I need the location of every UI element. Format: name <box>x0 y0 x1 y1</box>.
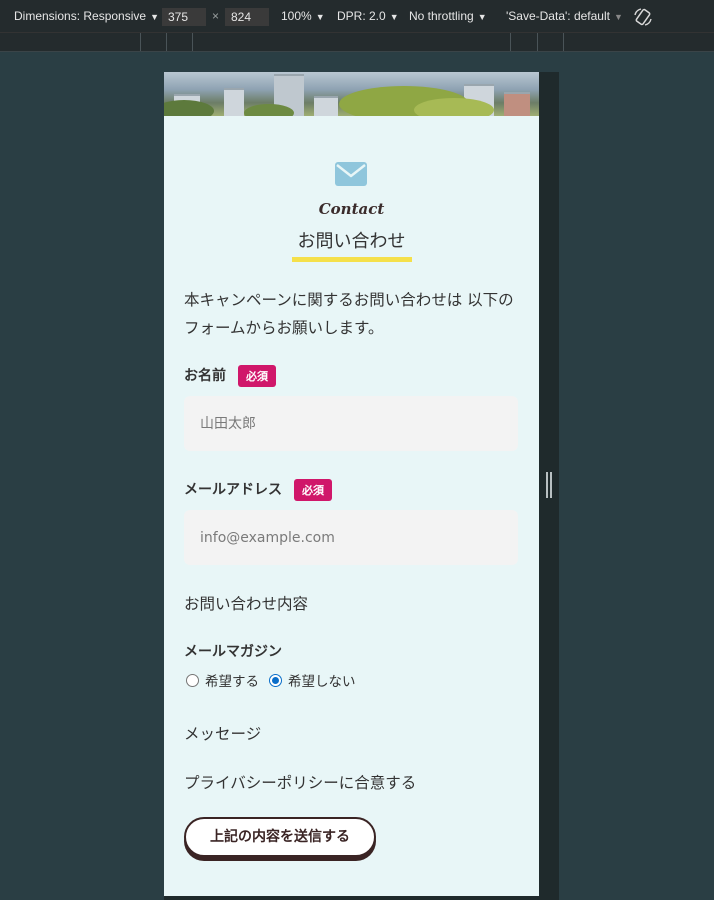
dimensions-dropdown[interactable]: Dimensions: Responsive ▼ <box>14 8 159 25</box>
dpr-label: DPR: 2.0 <box>337 9 386 23</box>
heading-en: Contact <box>318 200 385 218</box>
rotate-icon[interactable] <box>633 7 653 27</box>
page-title: お問い合わせ <box>297 231 406 252</box>
zoom-dropdown[interactable]: 100% ▼ <box>281 8 325 25</box>
intro-text: 本キャンペーンに関するお問い合わせは 以下のフォームからお願いします。 <box>184 291 514 337</box>
height-input[interactable]: 824 <box>225 8 269 26</box>
email-input[interactable] <box>184 510 518 565</box>
radio-newsletter-no[interactable] <box>269 673 282 687</box>
hero-image <box>164 72 539 116</box>
times-sign: × <box>212 9 220 23</box>
caret-down-icon: ▼ <box>613 12 623 22</box>
radio-label-yes[interactable]: 希望する <box>205 670 259 690</box>
throttling-label: No throttling <box>409 9 474 23</box>
save-data-dropdown[interactable]: 'Save-Data': default ▼ <box>506 8 623 25</box>
name-label: お名前 <box>184 368 226 384</box>
caret-down-icon: ▼ <box>315 12 325 22</box>
dpr-dropdown[interactable]: DPR: 2.0 ▼ <box>337 8 399 25</box>
caret-down-icon: ▼ <box>150 12 159 22</box>
caret-down-icon: ▼ <box>389 12 399 22</box>
newsletter-label: メールマガジン <box>184 644 282 660</box>
devtools-toolbar: Dimensions: Responsive ▼ 375 × 824 100% ▼ … <box>0 0 714 32</box>
newsletter-radio-group: 希望する 希望しない <box>186 670 356 690</box>
save-data-label: 'Save-Data': default <box>506 9 610 23</box>
resize-handle[interactable] <box>546 472 552 498</box>
name-label-row: お名前 必須 <box>184 365 276 387</box>
title-underline <box>292 257 412 262</box>
radio-newsletter-yes[interactable] <box>186 673 199 687</box>
submit-button[interactable]: 上記の内容を送信する <box>184 817 376 857</box>
radio-label-no[interactable]: 希望しない <box>288 670 356 690</box>
media-query-ruler <box>0 32 714 52</box>
name-input[interactable] <box>184 396 518 451</box>
dimensions-label: Dimensions: Responsive <box>14 9 147 23</box>
inquiry-label: お問い合わせ内容 <box>184 595 309 613</box>
email-label-row: メールアドレス 必須 <box>184 479 332 501</box>
device-viewport: Contact お問い合わせ 本キャンペーンに関するお問い合わせは 以下のフォー… <box>164 72 539 896</box>
privacy-label[interactable]: プライバシーポリシーに合意する <box>184 771 416 793</box>
required-badge: 必須 <box>238 365 276 387</box>
mail-icon <box>335 162 367 186</box>
message-label: メッセージ <box>184 725 262 743</box>
caret-down-icon: ▼ <box>477 12 487 22</box>
zoom-label: 100% <box>281 9 312 23</box>
throttling-dropdown[interactable]: No throttling ▼ <box>409 8 487 25</box>
width-input[interactable]: 375 <box>162 8 206 26</box>
required-badge: 必須 <box>294 479 332 501</box>
email-label: メールアドレス <box>184 482 282 498</box>
